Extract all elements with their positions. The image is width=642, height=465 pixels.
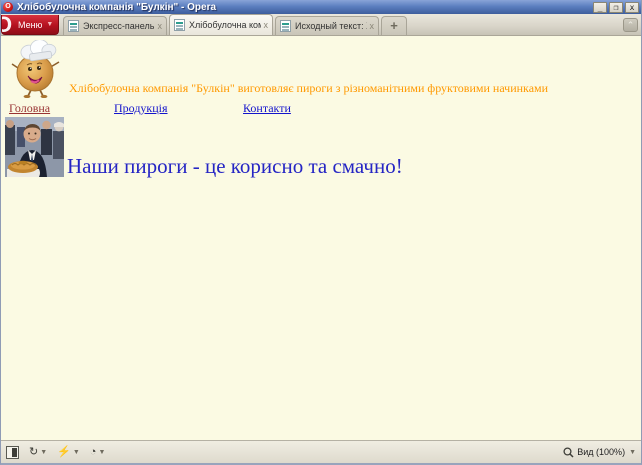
nav-link-home[interactable]: Головна (9, 101, 50, 116)
sync-icon: ↻ (29, 445, 39, 458)
restore-button[interactable]: ❐ (609, 1, 623, 13)
tab-close-icon[interactable]: x (158, 21, 163, 31)
opera-o-icon: O (2, 15, 12, 34)
tab-bar: O Меню ▼ Экспресс-панель x Хлібобулочна … (1, 14, 641, 36)
tab-label: Экспресс-панель (83, 21, 155, 31)
close-button[interactable]: x (625, 1, 639, 13)
page-icon (68, 20, 79, 32)
page-content: Хлібобулочна компанія "Булкін" виготовля… (1, 37, 641, 441)
tab-label: Хлібобулочна компанія ... (189, 20, 261, 30)
turbo-icon: ⚡ (57, 445, 71, 458)
time-button[interactable]: ◔ ▼ (90, 446, 106, 459)
opera-logo-icon: O (3, 2, 13, 12)
chevron-down-icon: ▼ (98, 448, 106, 456)
status-bar: ↻ ▼ ⚡ ▼ ◔ ▼ Вид (100%) ▼ (1, 440, 641, 463)
page-heading: Наши пироги - це корисно та смачно! (67, 154, 403, 178)
sync-button[interactable]: ↻ ▼ (29, 446, 47, 459)
tab-current-page[interactable]: Хлібобулочна компанія ... x (169, 14, 273, 35)
window-title: Хлібобулочна компанія "Булкін" - Opera (17, 1, 217, 13)
opera-browser-window: O Хлібобулочна компанія "Булкін" - Opera… (0, 0, 642, 465)
title-bar: O Хлібобулочна компанія "Булкін" - Opera… (1, 0, 641, 14)
intro-text: Хлібобулочна компанія "Булкін" виготовля… (69, 81, 549, 95)
tab-bar-expand-icon[interactable]: ⌃ (623, 18, 638, 32)
chevron-down-icon: ▼ (629, 448, 636, 456)
zoom-control[interactable]: Вид (100%) ▼ (563, 446, 636, 458)
page-icon (174, 19, 185, 31)
tab-speed-dial[interactable]: Экспресс-панель x (63, 16, 167, 35)
bun-mascot-image (11, 40, 60, 98)
window-controls: _ ❐ x (593, 1, 639, 13)
tab-page-source[interactable]: Исходный текст: Хлібо... x (275, 16, 379, 35)
panels-button[interactable] (6, 445, 19, 459)
chevron-down-icon: ▼ (46, 21, 54, 28)
clock-icon: ◔ (89, 445, 97, 458)
magnifier-icon (563, 446, 574, 458)
turbo-button[interactable]: ⚡ ▼ (57, 446, 80, 459)
tab-close-icon[interactable]: x (264, 20, 269, 30)
page-icon (280, 20, 291, 32)
chevron-down-icon: ▼ (40, 448, 48, 456)
menu-button-label: Меню (18, 19, 43, 30)
zoom-level-label: Вид (100%) (577, 447, 626, 457)
minimize-button[interactable]: _ (593, 1, 607, 13)
tab-label: Исходный текст: Хлібо... (295, 21, 367, 31)
panel-toggle-icon (6, 445, 19, 459)
man-with-bread-image (5, 117, 64, 177)
new-tab-button[interactable]: + (381, 16, 407, 35)
chevron-down-icon: ▼ (72, 448, 80, 456)
tab-close-icon[interactable]: x (370, 21, 375, 31)
nav-link-contacts[interactable]: Контакти (243, 101, 291, 116)
nav-link-products[interactable]: Продукція (114, 101, 168, 116)
opera-menu-button[interactable]: O Меню ▼ (1, 15, 59, 35)
